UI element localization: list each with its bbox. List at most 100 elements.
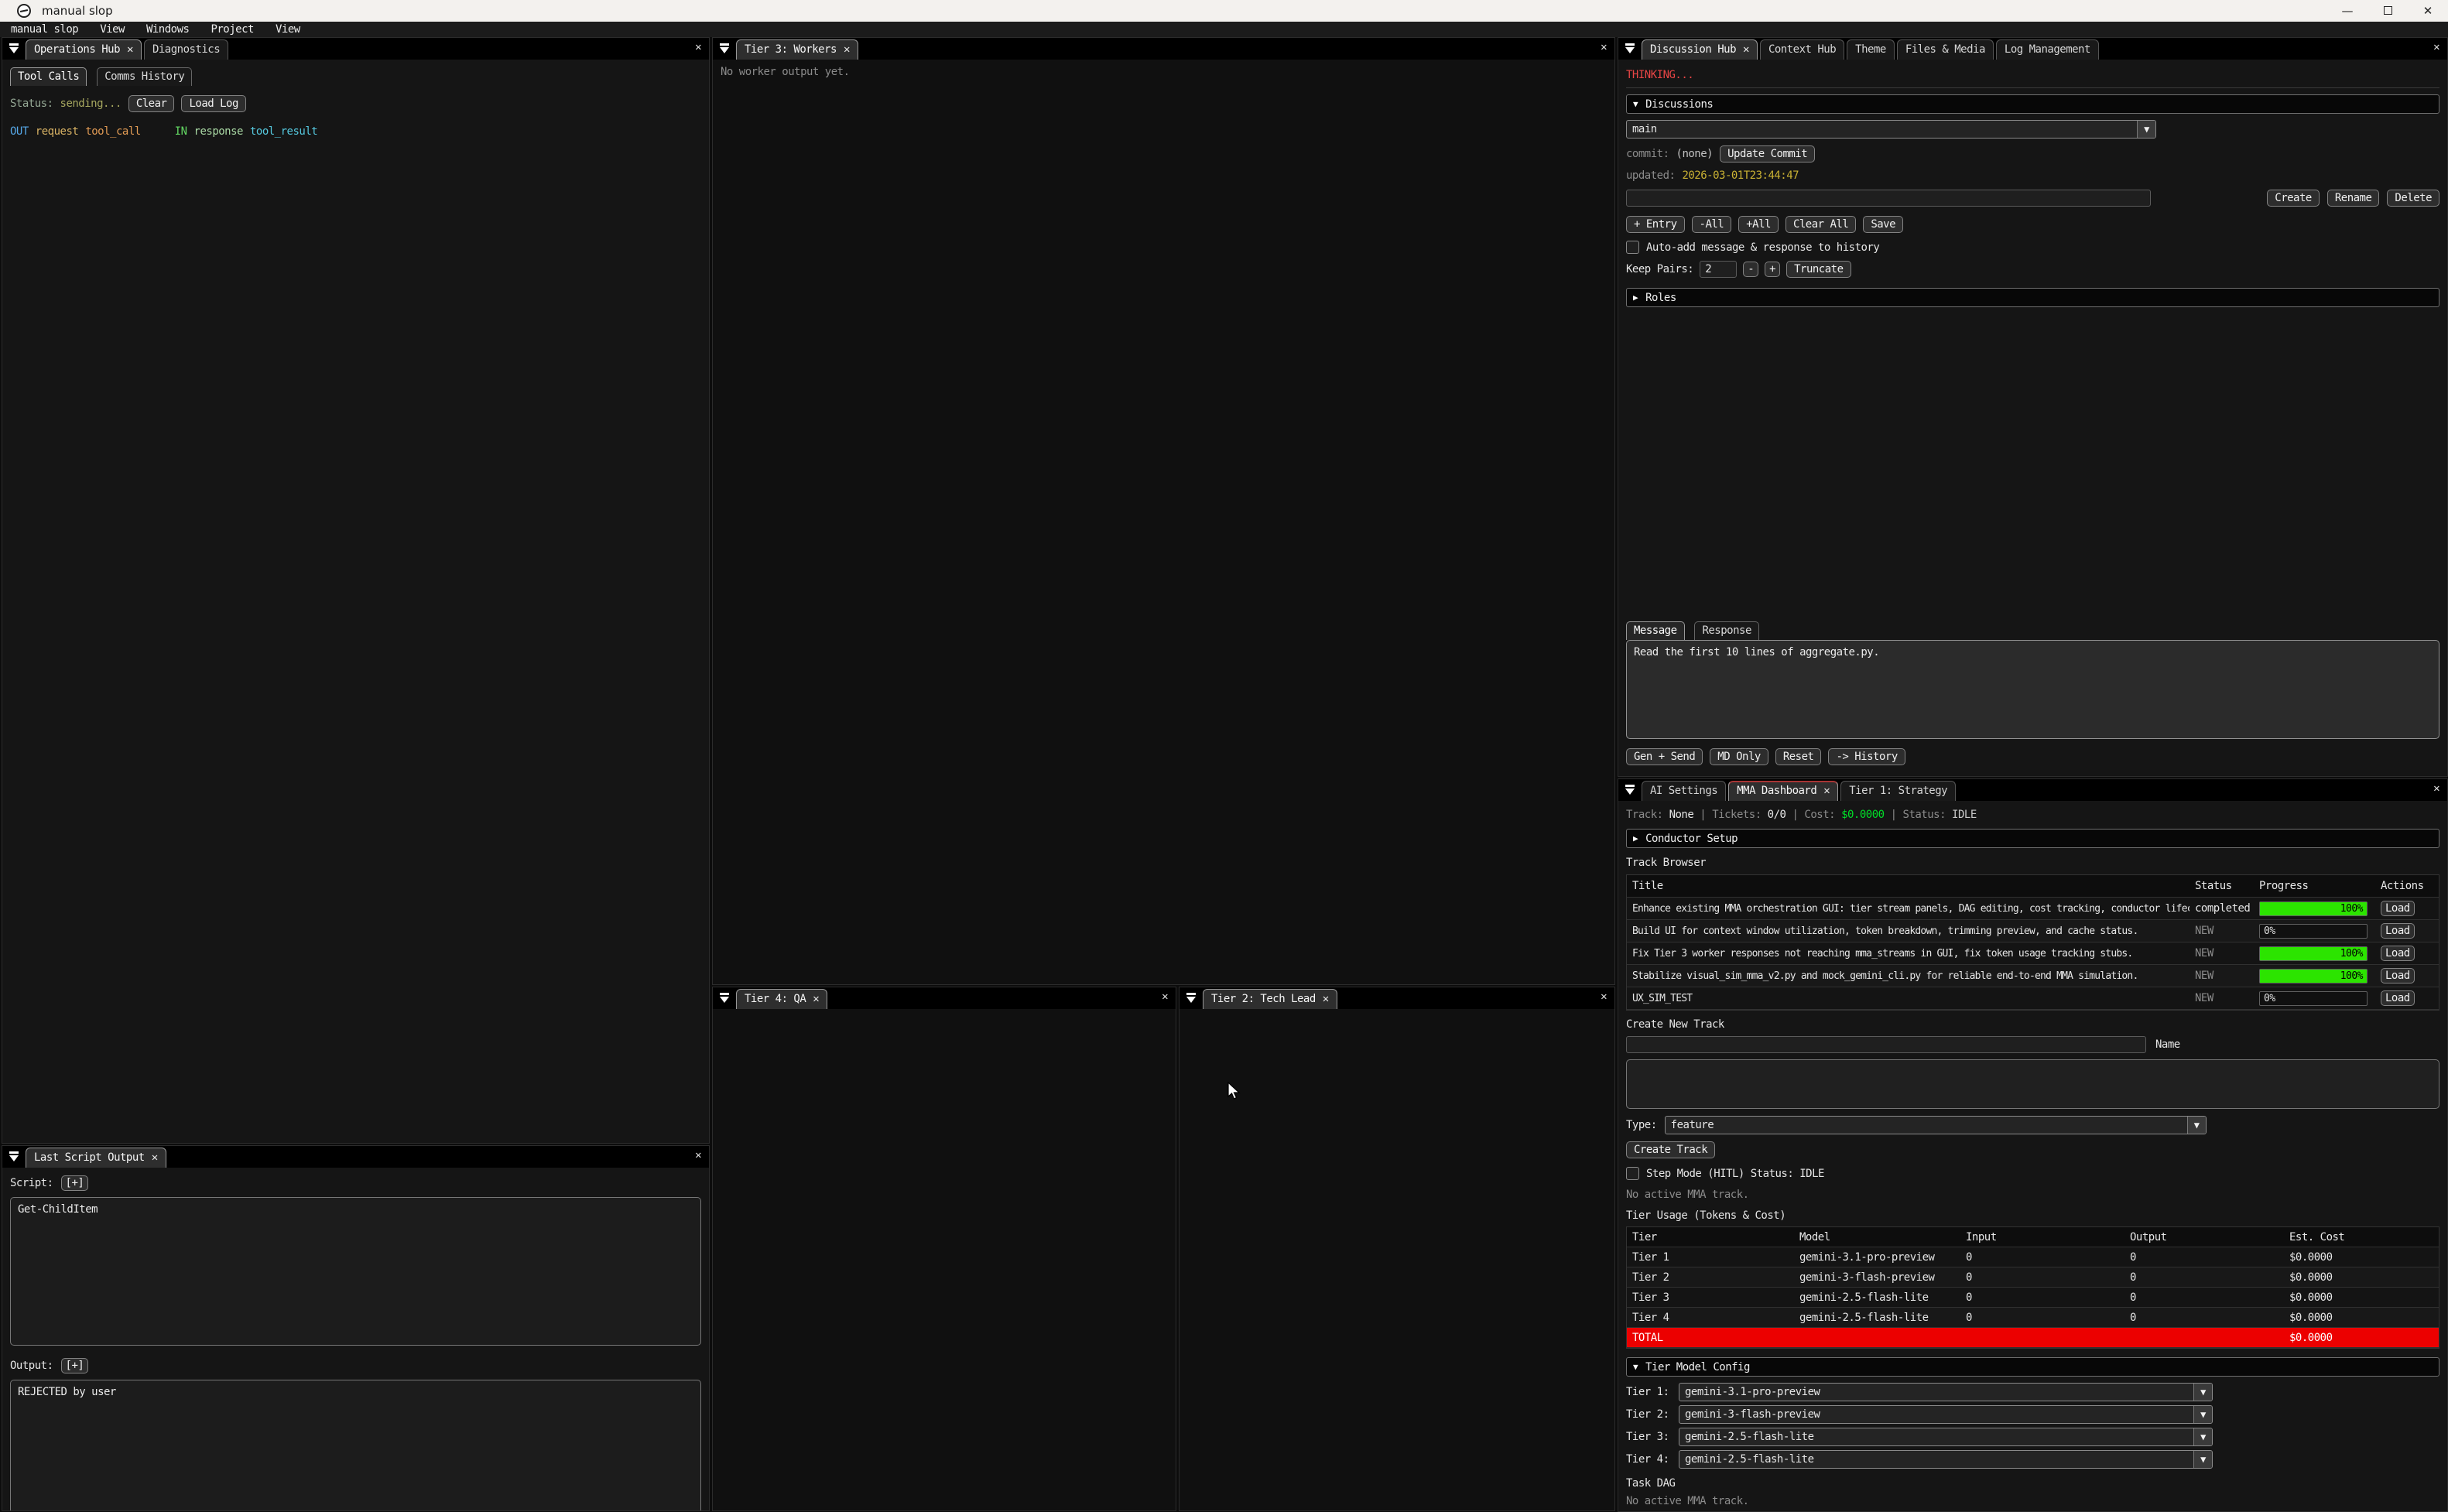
tab-tier4-qa[interactable]: Tier 4: QA✕ [736,989,827,1009]
panel-close-icon[interactable]: ✕ [2433,782,2439,795]
tier1-model-select[interactable]: gemini-3.1-pro-preview▼ [1679,1383,2213,1401]
close-icon[interactable]: ✕ [2408,4,2448,18]
tier3-model-select[interactable]: gemini-2.5-flash-lite▼ [1679,1428,2213,1446]
tab-last-script-output[interactable]: Last Script Output✕ [26,1148,166,1168]
script-textarea[interactable]: Get-ChildItem [10,1197,701,1346]
subtab-comms-history[interactable]: Comms History [97,67,192,86]
load-button[interactable]: Load [2381,968,2415,983]
discussions-section-header[interactable]: ▼ Discussions [1626,94,2439,114]
panel-close-icon[interactable]: ✕ [1601,41,1607,53]
truncate-button[interactable]: Truncate [1786,261,1851,278]
add-entry-button[interactable]: + Entry [1626,216,1685,233]
message-textarea[interactable]: Read the first 10 lines of aggregate.py. [1626,640,2439,739]
tab-message[interactable]: Message [1626,621,1685,640]
close-tab-icon[interactable]: ✕ [1823,785,1830,797]
tab-tier3-workers[interactable]: Tier 3: Workers✕ [736,39,858,60]
table-row[interactable]: Stabilize visual_sim_mma_v2.py and mock_… [1627,965,2439,987]
close-tab-icon[interactable]: ✕ [127,43,133,56]
tab-operations-hub[interactable]: Operations Hub✕ [26,39,142,60]
tab-files-media[interactable]: Files & Media [1897,39,1994,60]
chevron-right-icon: ▶ [1633,292,1638,303]
subtab-tool-calls[interactable]: Tool Calls [10,67,87,86]
menu-item-view[interactable]: View [100,23,125,36]
table-row[interactable]: UX_SIM_TEST NEW 0% Load [1627,987,2439,1010]
menu-bar: manual slop View Windows Project View [0,22,2448,37]
menu-item-manual-slop[interactable]: manual slop [11,23,78,36]
tab-list-icon[interactable] [7,40,22,57]
tab-response[interactable]: Response [1694,621,1758,640]
menu-item-view-2[interactable]: View [276,23,300,36]
menu-item-project[interactable]: Project [211,23,254,36]
panel-close-icon[interactable]: ✕ [2433,41,2439,53]
track-description-textarea[interactable] [1626,1059,2439,1109]
tab-log-management[interactable]: Log Management [1996,39,2099,60]
table-row[interactable]: Enhance existing MMA orchestration GUI: … [1627,898,2439,920]
close-tab-icon[interactable]: ✕ [152,1151,158,1164]
output-textarea[interactable]: REJECTED by user [10,1380,701,1510]
delete-discussion-button[interactable]: Delete [2387,190,2439,207]
increment-button[interactable]: + [1765,262,1780,277]
tab-list-icon[interactable] [717,990,733,1007]
tab-tier2-techlead[interactable]: Tier 2: Tech Lead✕ [1203,989,1337,1009]
tab-list-icon[interactable] [717,40,733,57]
tier2-model-select[interactable]: gemini-3-flash-preview▼ [1679,1405,2213,1424]
md-only-button[interactable]: MD Only [1710,748,1768,765]
clear-all-button[interactable]: Clear All [1785,216,1856,233]
tab-discussion-hub[interactable]: Discussion Hub✕ [1642,39,1758,60]
discussion-select[interactable]: main ▼ [1626,120,2156,139]
rename-discussion-button[interactable]: Rename [2327,190,2380,207]
output-expand-button[interactable]: [+] [61,1358,89,1373]
keep-pairs-input[interactable] [1700,261,1737,278]
panel-close-icon[interactable]: ✕ [1162,990,1168,1003]
panel-close-icon[interactable]: ✕ [695,1149,701,1161]
autoadd-checkbox[interactable] [1626,241,1639,254]
load-button[interactable]: Load [2381,901,2415,916]
track-type-select[interactable]: feature ▼ [1665,1116,2207,1134]
update-commit-button[interactable]: Update Commit [1720,145,1815,162]
table-row[interactable]: Fix Tier 3 worker responses not reaching… [1627,942,2439,965]
menu-item-windows[interactable]: Windows [146,23,190,36]
tab-list-icon[interactable] [1184,990,1200,1007]
load-button[interactable]: Load [2381,923,2415,939]
tab-list-icon[interactable] [7,1148,22,1165]
panel-close-icon[interactable]: ✕ [695,41,701,53]
close-tab-icon[interactable]: ✕ [1743,43,1749,56]
reset-button[interactable]: Reset [1775,748,1822,765]
save-button[interactable]: Save [1863,216,1903,233]
load-button[interactable]: Load [2381,990,2415,1006]
decrement-button[interactable]: - [1743,262,1758,277]
close-tab-icon[interactable]: ✕ [844,43,850,56]
clear-button[interactable]: Clear [128,95,175,112]
tier4-model-select[interactable]: gemini-2.5-flash-lite▼ [1679,1450,2213,1469]
script-expand-button[interactable]: [+] [61,1175,89,1191]
tab-list-icon[interactable] [1623,782,1638,799]
create-discussion-button[interactable]: Create [2267,190,2320,207]
step-mode-checkbox[interactable] [1626,1167,1639,1180]
discussion-name-input[interactable] [1626,190,2151,207]
tab-ai-settings[interactable]: AI Settings [1642,781,1726,801]
expand-all-button[interactable]: +All [1738,216,1779,233]
roles-section-header[interactable]: ▶ Roles [1626,288,2439,307]
load-button[interactable]: Load [2381,946,2415,961]
load-log-button[interactable]: Load Log [181,95,245,112]
panel-close-icon[interactable]: ✕ [1601,990,1607,1003]
to-history-button[interactable]: -> History [1828,748,1905,765]
collapse-all-button[interactable]: -All [1692,216,1732,233]
maximize-icon[interactable] [2368,4,2408,18]
conductor-setup-header[interactable]: ▶ Conductor Setup [1626,829,2439,848]
close-tab-icon[interactable]: ✕ [813,993,819,1005]
create-track-button[interactable]: Create Track [1626,1141,1715,1158]
close-tab-icon[interactable]: ✕ [1323,993,1329,1005]
track-name-input[interactable] [1626,1036,2146,1053]
tab-theme[interactable]: Theme [1847,39,1895,60]
tab-mma-dashboard[interactable]: MMA Dashboard✕ [1728,781,1838,801]
tab-list-icon[interactable] [1623,40,1638,57]
gen-send-button[interactable]: Gen + Send [1626,748,1703,765]
table-row[interactable]: Build UI for context window utilization,… [1627,920,2439,942]
tab-context-hub[interactable]: Context Hub [1760,39,1844,60]
tier-model-config-header[interactable]: ▼ Tier Model Config [1626,1357,2439,1377]
minimize-icon[interactable]: — [2327,4,2368,18]
updated-value: 2026-03-01T23:44:47 [1682,169,1799,182]
tab-diagnostics[interactable]: Diagnostics [144,39,228,60]
tab-tier1-strategy[interactable]: Tier 1: Strategy [1840,781,1956,801]
